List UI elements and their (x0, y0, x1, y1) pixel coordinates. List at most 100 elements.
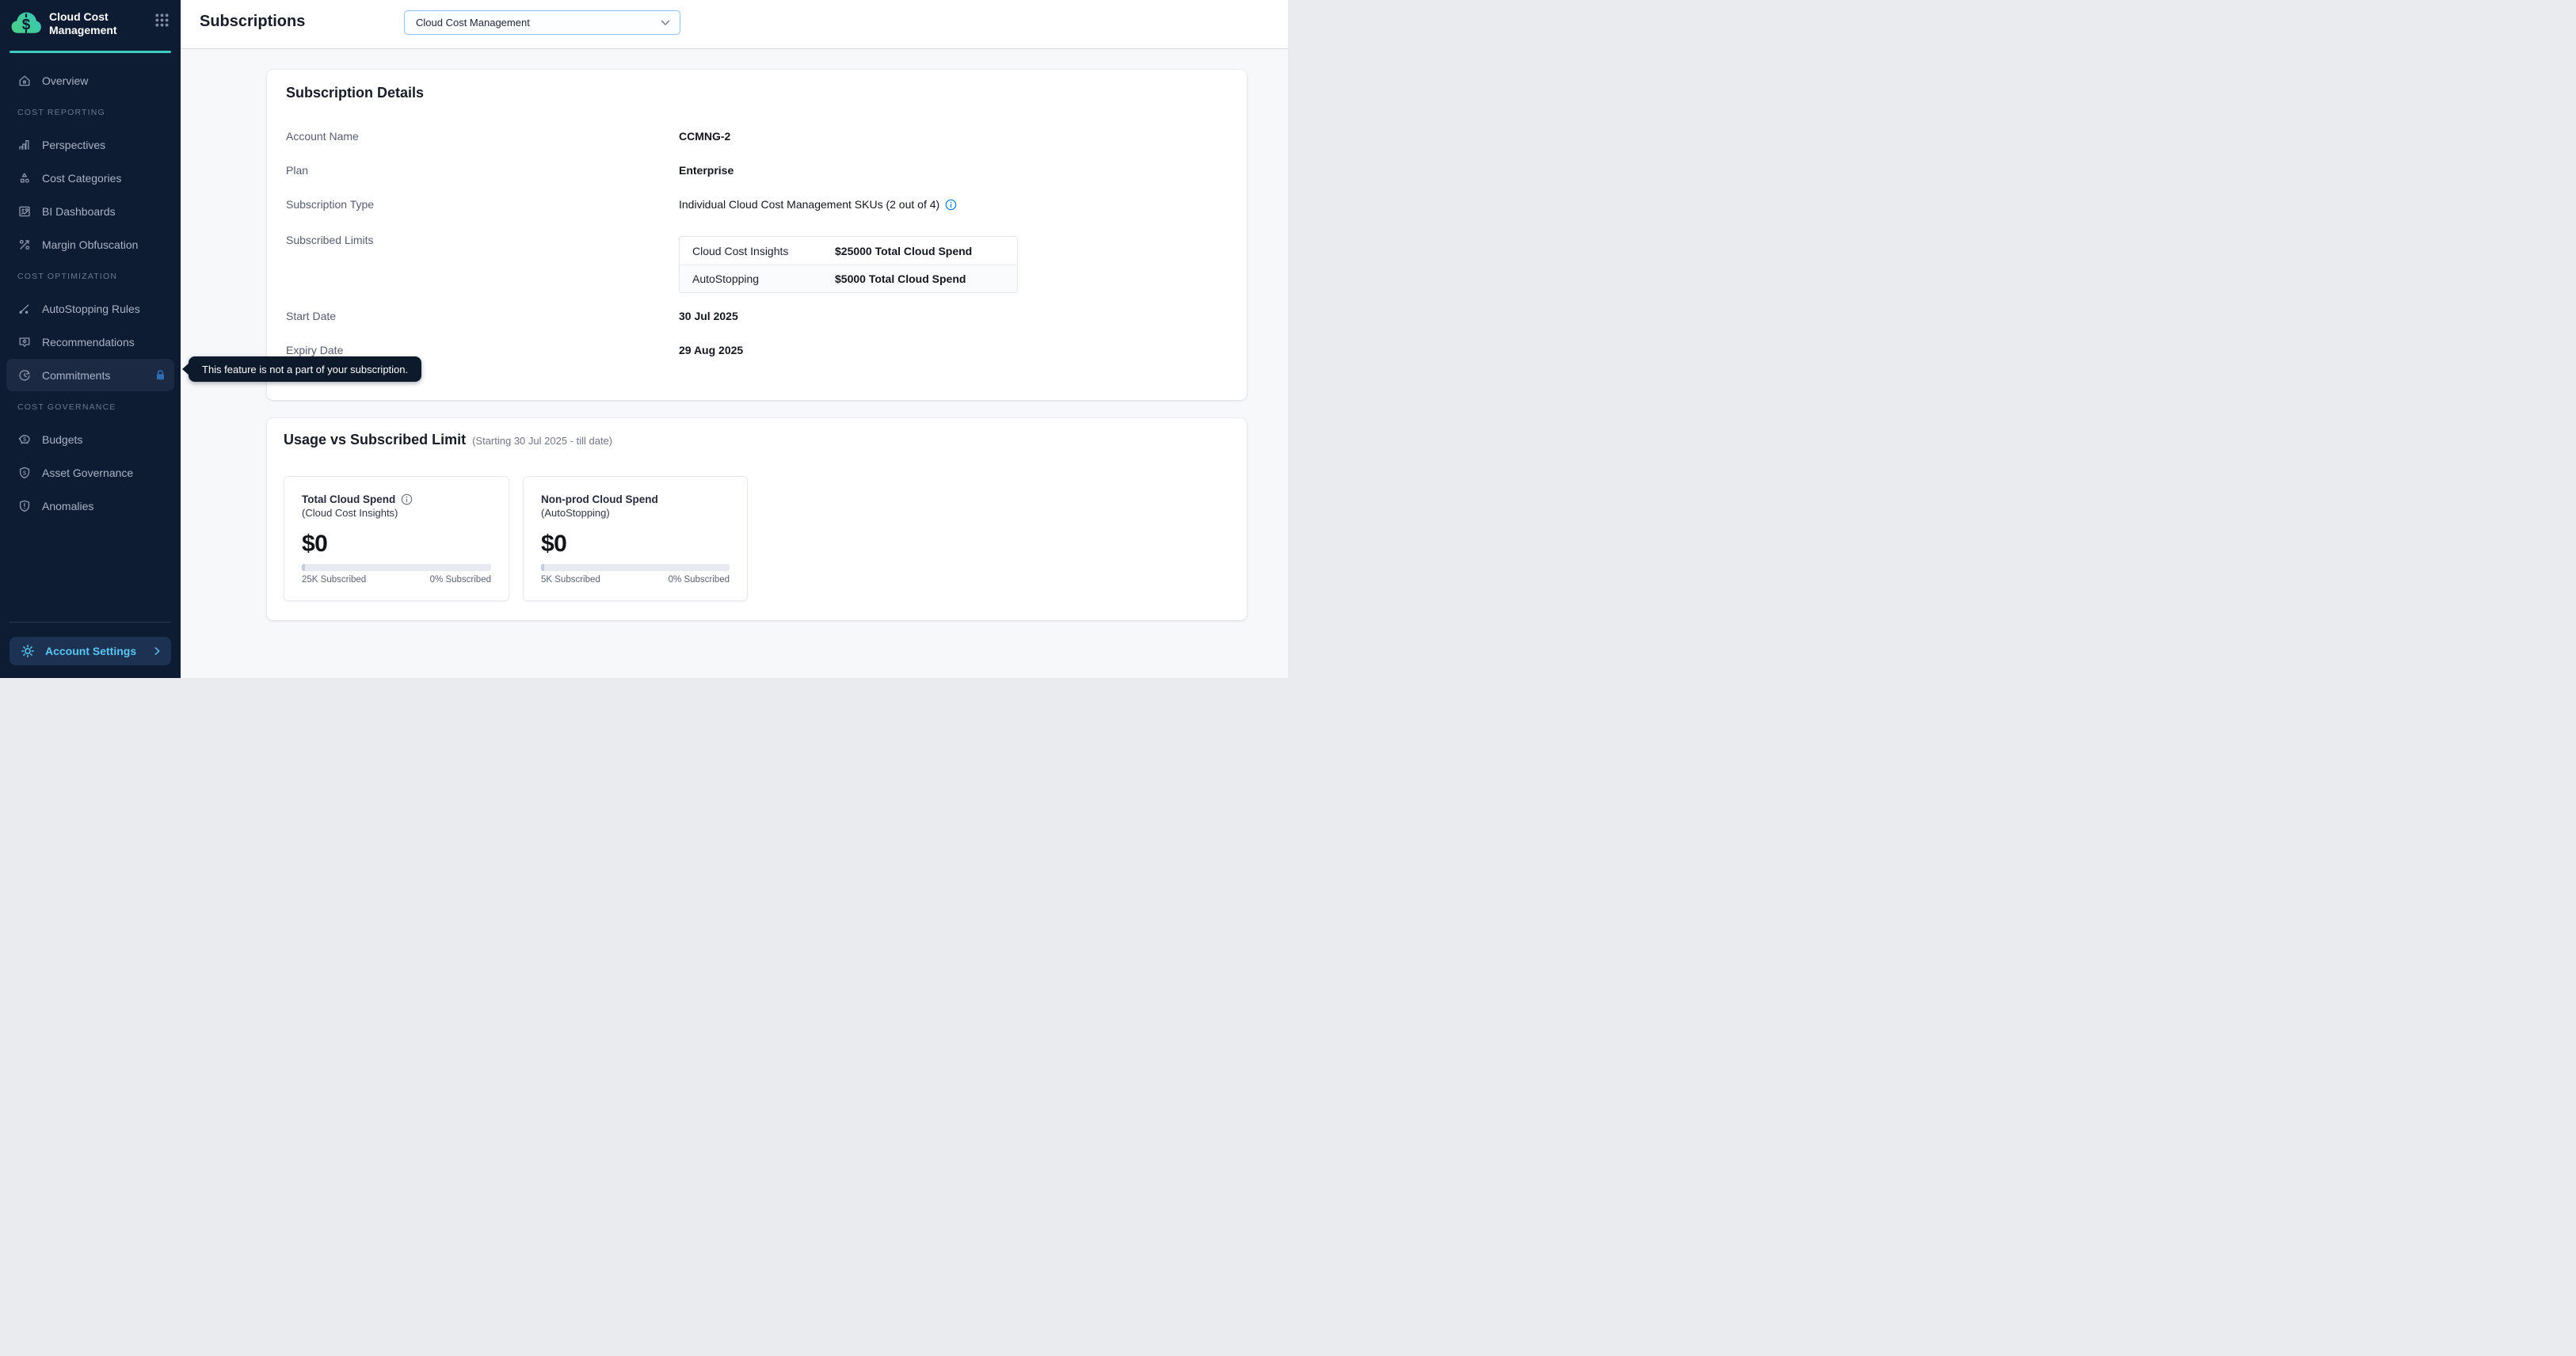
subscribed-limits-label: Subscribed Limits (286, 234, 679, 246)
subscribed-percent-caption: 0% Subscribed (430, 575, 491, 585)
piggy-bank-icon: $ (17, 432, 32, 447)
section-cost-reporting: COST REPORTING (0, 106, 181, 119)
sidebar-item-account-settings[interactable]: Account Settings (10, 637, 171, 665)
total-cloud-spend-subtitle: (Cloud Cost Insights) (302, 507, 398, 519)
account-settings-label: Account Settings (45, 645, 136, 657)
subscribed-amount-caption: 25K Subscribed (302, 575, 366, 585)
nonprod-cloud-spend-card: Non-prod Cloud Spend (AutoStopping) $0 5… (523, 476, 748, 601)
usage-subtitle: (Starting 30 Jul 2025 - till date) (472, 435, 612, 447)
sidebar-item-label: Perspectives (42, 139, 105, 151)
start-date-label: Start Date (286, 310, 679, 322)
chevron-right-icon (153, 646, 162, 656)
total-cloud-spend-card: Total Cloud Spend (Cloud Cost Insights) … (284, 476, 509, 601)
subscription-type-row: Subscription Type Individual Cloud Cost … (286, 196, 1228, 212)
subscription-type-label: Subscription Type (286, 198, 679, 211)
info-icon[interactable] (401, 493, 413, 505)
shield-alert-icon (17, 499, 32, 513)
account-name-value: CCMNG-2 (679, 130, 730, 143)
sidebar-item-budgets[interactable]: $ Budgets (6, 423, 174, 455)
app-switcher-icon[interactable] (154, 13, 170, 32)
sidebar-item-asset-governance[interactable]: $ Asset Governance (6, 456, 174, 489)
dashboard-icon (17, 204, 32, 219)
expiry-date-value: 29 Aug 2025 (679, 344, 743, 356)
expiry-date-row: Expiry Date 29 Aug 2025 (286, 342, 1228, 358)
subscribed-limits-table: Cloud Cost Insights $25000 Total Cloud S… (679, 236, 1018, 293)
limit-value: $5000 Total Cloud Spend (835, 272, 966, 285)
sidebar-item-label: Asset Governance (42, 467, 133, 479)
info-icon[interactable] (945, 199, 957, 211)
autostopping-icon (17, 302, 32, 316)
sidebar-item-cost-categories[interactable]: Cost Categories (6, 162, 174, 194)
plan-value: Enterprise (679, 164, 734, 177)
sidebar: $ Cloud Cost Management (0, 0, 181, 678)
recommendations-icon (17, 335, 32, 349)
sidebar-item-overview[interactable]: Overview (6, 64, 174, 97)
usage-progress-fill (541, 564, 544, 571)
chevron-down-icon (661, 16, 670, 30)
commitments-icon (17, 368, 32, 383)
module-select-dropdown[interactable]: Cloud Cost Management (404, 10, 680, 35)
lock-icon (154, 369, 166, 381)
usage-captions: 5K Subscribed 0% Subscribed (541, 575, 730, 585)
sidebar-item-autostopping-rules[interactable]: AutoStopping Rules (6, 292, 174, 325)
svg-text:$: $ (23, 436, 26, 442)
subscription-type-value: Individual Cloud Cost Management SKUs (2… (679, 198, 957, 211)
module-select-value: Cloud Cost Management (416, 17, 661, 29)
sidebar-item-recommendations[interactable]: Recommendations (6, 326, 174, 358)
sidebar-item-bi-dashboards[interactable]: BI Dashboards (6, 195, 174, 227)
sidebar-item-margin-obfuscation[interactable]: Margin Obfuscation (6, 228, 174, 261)
gear-icon (21, 644, 35, 658)
plan-label: Plan (286, 164, 679, 177)
usage-progress-bar (541, 564, 730, 571)
table-row: Cloud Cost Insights $25000 Total Cloud S… (680, 237, 1017, 265)
sidebar-divider (10, 622, 171, 623)
start-date-row: Start Date 30 Jul 2025 (286, 308, 1228, 324)
sidebar-item-label: Budgets (42, 433, 82, 446)
total-cloud-spend-value: $0 (302, 531, 327, 558)
subscribed-percent-caption: 0% Subscribed (669, 575, 730, 585)
sidebar-item-perspectives[interactable]: Perspectives (6, 128, 174, 161)
page-header: Subscriptions Cloud Cost Management (181, 0, 1288, 49)
sidebar-item-label: Commitments (42, 369, 110, 382)
subscription-details-title: Subscription Details (286, 85, 424, 101)
usage-heading: Usage vs Subscribed Limit (Starting 30 J… (284, 432, 612, 448)
tooltip-text: This feature is not a part of your subsc… (202, 364, 408, 375)
app-title: Cloud Cost Management (49, 9, 147, 36)
subscribed-amount-caption: 5K Subscribed (541, 575, 600, 585)
shield-dollar-icon: $ (17, 466, 32, 480)
total-cloud-spend-title: Total Cloud Spend (302, 493, 413, 505)
limit-value: $25000 Total Cloud Spend (835, 245, 972, 257)
sidebar-item-label: AutoStopping Rules (42, 303, 140, 315)
home-icon (17, 74, 32, 88)
subscription-details-card: Subscription Details Account Name CCMNG-… (267, 70, 1247, 400)
sidebar-item-anomalies[interactable]: Anomalies (6, 489, 174, 522)
sidebar-item-label: Anomalies (42, 500, 93, 512)
sidebar-item-label: BI Dashboards (42, 205, 116, 218)
limit-name: AutoStopping (680, 272, 835, 285)
sidebar-item-label: Margin Obfuscation (42, 238, 138, 251)
sidebar-item-commitments[interactable]: Commitments (6, 359, 174, 391)
nonprod-cloud-spend-title: Non-prod Cloud Spend (541, 493, 658, 505)
sidebar-nav: Overview COST REPORTING Perspectives Cos… (0, 53, 181, 603)
app-window: $ Cloud Cost Management (0, 0, 1288, 678)
section-cost-optimization: COST OPTIMIZATION (0, 270, 181, 283)
usage-progress-bar (302, 564, 491, 571)
table-row: AutoStopping $5000 Total Cloud Spend (680, 265, 1017, 292)
tooltip-arrow-icon (182, 363, 189, 375)
percent-arrow-icon (17, 238, 32, 252)
section-cost-governance: COST GOVERNANCE (0, 401, 181, 413)
cloud-cost-logo-icon: $ (10, 10, 42, 42)
page-title: Subscriptions (200, 13, 305, 31)
account-name-label: Account Name (286, 130, 679, 143)
content-area: Subscription Details Account Name CCMNG-… (181, 49, 1288, 678)
usage-captions: 25K Subscribed 0% Subscribed (302, 575, 491, 585)
start-date-value: 30 Jul 2025 (679, 310, 738, 322)
sidebar-item-label: Cost Categories (42, 172, 121, 185)
sidebar-header: $ Cloud Cost Management (0, 0, 181, 48)
subscription-tooltip: This feature is not a part of your subsc… (189, 356, 421, 382)
account-name-row: Account Name CCMNG-2 (286, 128, 1228, 144)
usage-card: Usage vs Subscribed Limit (Starting 30 J… (267, 418, 1247, 620)
limit-name: Cloud Cost Insights (680, 245, 835, 257)
usage-progress-fill (302, 564, 305, 571)
sidebar-item-label: Recommendations (42, 336, 135, 349)
